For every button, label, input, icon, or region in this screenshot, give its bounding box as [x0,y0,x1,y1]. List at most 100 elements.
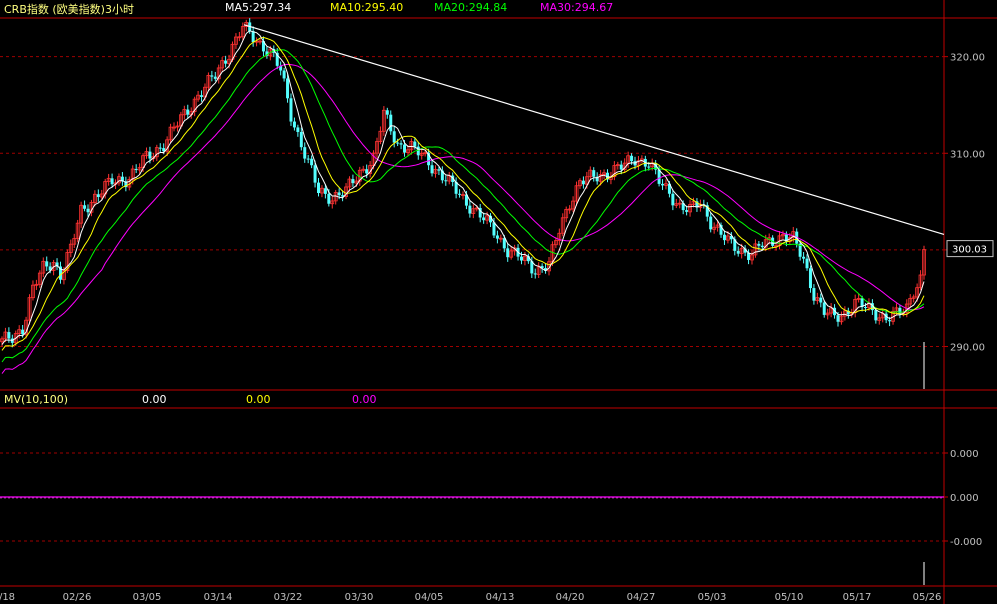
x-tick-label: 05/10 [775,592,804,603]
candle-down [327,193,331,204]
candle-down [186,109,190,115]
candle-down [898,307,902,314]
candle-down [296,127,300,132]
candle-down [251,31,255,43]
candle-down [389,114,393,132]
candle-down [365,169,369,174]
candle-down [158,147,162,149]
x-tick-label: 03/14 [204,592,233,603]
x-tick-label: 02/26 [63,592,92,603]
candle-down [808,268,812,289]
candle-down [661,183,665,186]
candle-down [310,158,314,166]
candle-down [812,288,816,301]
candle-down [671,193,675,206]
candle-down [83,205,87,209]
candle-down [506,248,510,258]
candle-down [822,302,826,315]
x-tick-label: 03/22 [274,592,303,603]
candle-down [888,320,892,322]
candle-down [392,131,396,143]
candle-down [805,258,809,269]
candle-down [200,95,204,97]
candle-down [619,164,623,170]
candle-down [709,216,713,230]
candle-down [482,217,486,221]
candle-down [864,307,868,309]
candle-down [685,210,689,212]
candle-down [385,110,389,115]
candle-down [413,141,417,147]
candle-down [874,310,878,321]
x-tick-label: 04/05 [415,592,444,603]
candle-down [458,193,462,195]
x-tick-label: 05/26 [913,592,942,603]
candle-down [802,256,806,259]
candle-down [416,146,420,156]
candlestick-chart[interactable]: 290.00300.00310.00320.000.0000.000-0.000… [0,0,997,604]
x-tick-label: 04/13 [486,592,515,603]
ma5-line [1,30,925,345]
last-value-label: 300.03 [952,245,987,256]
candle-down [403,144,407,153]
x-tick-label: 04/20 [556,592,585,603]
x-tick-label: 03/05 [133,592,162,603]
ma20-readout: MA20:294.84 [434,1,508,14]
ma30-readout: MA30:294.67 [540,1,614,14]
candle-down [819,297,823,303]
candle-down [21,329,25,335]
candle-down [399,143,403,145]
candle-down [337,192,341,196]
y-tick-label: 320.00 [950,53,985,64]
x-tick-label: 05/17 [843,592,872,603]
candle-down [299,131,303,148]
candle-down [396,142,400,144]
ma10-readout: MA10:295.40 [330,1,404,14]
candle-down [224,60,228,64]
mv-indicator-label: MV(10,100) [4,393,69,406]
sub-y-tick-label: 0.000 [950,493,979,504]
candle-down [282,70,286,79]
candle-down [533,273,537,275]
candle-down [722,234,726,241]
x-tick-label: 05/03 [698,592,727,603]
sub-y-tick-label: 0.000 [950,449,979,460]
candle-down [581,180,585,185]
candle-down [495,235,499,239]
candle-down [306,158,310,160]
y-tick-label: 310.00 [950,149,985,160]
candle-down [760,245,764,248]
candle-down [430,165,434,174]
candle-down [292,121,296,128]
x-tick-label: 03/30 [345,592,374,603]
candle-down [286,78,290,99]
candle-down [213,76,217,79]
candle-down [303,147,307,159]
chart-title: CRB指数 (欧美指数)3小时 [4,3,134,16]
candle-down [134,169,138,171]
candle-down [110,178,114,185]
mv-value-1: 0.00 [142,393,167,406]
candle-down [323,188,327,194]
candle-down [210,75,214,77]
candle-down [96,194,100,197]
candle-down [630,155,634,162]
x-tick-label: 04/27 [627,592,656,603]
x-tick-label: /18 [0,592,15,603]
ma30-line [1,63,925,374]
candle-down [519,256,523,261]
candle-down [757,243,761,246]
candle-down [836,315,840,322]
mv-value-2: 0.00 [246,393,271,406]
candle-down [317,182,321,194]
ma20-line [1,49,925,363]
candle-down [437,169,441,171]
candle-down [736,250,740,254]
chart-window: 290.00300.00310.00320.000.0000.000-0.000… [0,0,997,604]
candle-down [7,332,11,339]
ma5-readout: MA5:297.34 [225,1,292,14]
candle-down [647,166,651,168]
candle-down [148,151,152,159]
mv-value-3: 0.00 [352,393,377,406]
candle-down [313,165,317,183]
